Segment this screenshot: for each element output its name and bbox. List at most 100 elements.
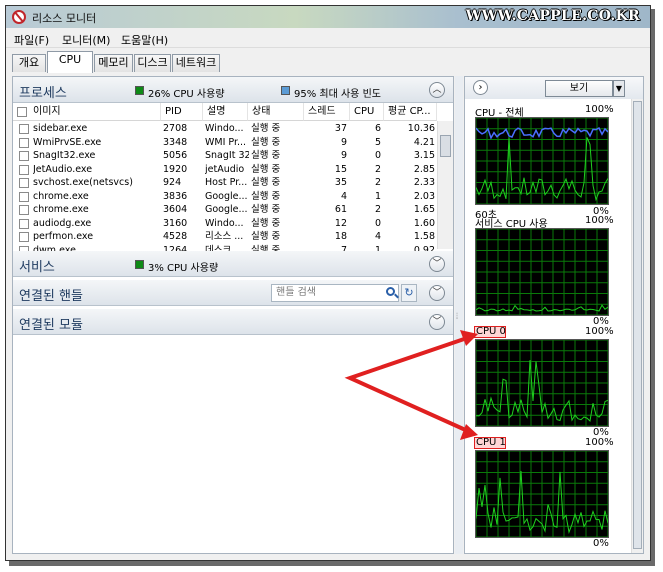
table-cell: 실행 중 (251, 217, 281, 229)
table-cell: 2 (374, 177, 381, 188)
menu-bar: 파일(F) 모니터(M) 도움말(H) (6, 28, 650, 48)
table-row[interactable]: SnagIt32.exe 5056 SnagIt 32 실행 중 9 0 3.15 (13, 149, 435, 163)
table-cell: 실행 중 (251, 177, 281, 188)
tab-overview[interactable]: 개요 (12, 54, 46, 72)
column-header-cpu[interactable]: CPU (350, 103, 384, 121)
menu-file[interactable]: 파일(F) (14, 32, 49, 48)
graph-cpu-total (475, 117, 609, 205)
table-cell: 1 (374, 190, 381, 202)
table-row[interactable]: audiodg.exe 3160 Windo... 실행 중 12 0 1.60 (13, 217, 435, 231)
table-row[interactable]: perfmon.exe 4528 리소스 ... 실행 중 18 4 1.58 (13, 230, 435, 244)
row-checkbox[interactable] (19, 218, 29, 229)
table-cell: 37 (334, 123, 347, 134)
table-row[interactable]: svchost.exe(netsvcs) 924 Host Pr... 실행 중 35 2… (13, 176, 435, 190)
table-cell: chrome.exe (33, 190, 89, 202)
row-checkbox[interactable] (19, 178, 29, 188)
table-cell: 2 (374, 204, 381, 215)
table-cell: 1.58 (413, 231, 435, 242)
search-icon[interactable] (386, 287, 395, 296)
table-row[interactable]: sidebar.exe 2708 Windo... 실행 중 37 6 10.36 (13, 122, 435, 136)
view-button[interactable]: 보기 (545, 80, 613, 97)
panel-splitter[interactable]: ⦙ (455, 76, 463, 554)
tab-disk[interactable]: 디스크 (134, 54, 171, 72)
table-row[interactable]: WmiPrvSE.exe 3348 WMI Pr... 실행 중 9 5 4.21 (13, 136, 435, 150)
refresh-icon[interactable]: ↻ (401, 284, 417, 302)
processes-header[interactable]: 프로세스 26% CPU 사용량 95% 최대 사용 빈도 ︿ (13, 77, 453, 103)
table-cell: Windo... (205, 123, 244, 134)
row-checkbox[interactable] (19, 124, 29, 134)
max-freq-legend-swatch (281, 86, 290, 95)
processes-title: 프로세스 (19, 86, 67, 101)
row-checkbox[interactable] (19, 205, 29, 215)
services-header[interactable]: 서비스 3% CPU 사용량 ﹀ (13, 251, 453, 277)
graph-cpu0-title: CPU 0 (476, 326, 506, 337)
watermark: WWW.CAPPLE.CO.KR (465, 8, 640, 24)
row-checkbox[interactable] (19, 191, 29, 202)
table-cell: 실행 중 (251, 150, 281, 161)
table-cell: 61 (334, 204, 347, 215)
graph-cpu0 (475, 339, 609, 427)
table-cell: 3836 (163, 190, 188, 202)
table-cell: 2708 (163, 123, 188, 134)
column-header-avg-cpu[interactable]: 평균 CP... (384, 103, 437, 121)
table-cell: JetAudio.exe (33, 163, 93, 175)
graph-scrollbar-thumb[interactable] (633, 101, 642, 549)
graph-scrollbar[interactable] (631, 99, 643, 553)
row-checkbox[interactable] (19, 137, 29, 148)
table-row[interactable]: chrome.exe 3604 Google... 실행 중 61 2 1.65 (13, 203, 435, 217)
table-cell: 1.60 (413, 217, 435, 229)
chevron-down-icon[interactable]: ﹀ (429, 314, 445, 330)
table-cell: 3348 (163, 136, 188, 148)
row-checkbox[interactable] (19, 164, 29, 175)
column-header-image[interactable]: 이미지 (13, 103, 161, 121)
column-header-pid[interactable]: PID (161, 103, 203, 121)
table-row[interactable]: chrome.exe 3836 Google... 실행 중 4 1 2.03 (13, 190, 435, 204)
table-cell: 3.15 (413, 150, 435, 161)
scrollbar-thumb[interactable] (440, 135, 451, 157)
column-header-status[interactable]: 상태 (248, 103, 304, 121)
row-checkbox[interactable] (19, 151, 29, 161)
select-all-checkbox[interactable] (17, 107, 27, 117)
table-cell: 7 (340, 244, 347, 252)
tab-network[interactable]: 네트워크 (172, 54, 220, 72)
modules-header[interactable]: 연결된 모듈 ﹀ (13, 309, 453, 335)
column-header-threads[interactable]: 스레드 (304, 103, 350, 121)
handles-header[interactable]: 연결된 핸들 핸들 검색 ↻ ﹀ (13, 280, 453, 306)
table-cell: 실행 중 (251, 123, 281, 134)
table-cell: 4528 (163, 231, 188, 242)
handle-search-input[interactable]: 핸들 검색 (271, 284, 399, 302)
table-cell: 0.92 (413, 244, 435, 252)
table-cell: chrome.exe (33, 204, 89, 215)
table-row[interactable]: dwm.exe 1264 데스크... 실행 중 7 1 0.92 (13, 244, 435, 252)
chevron-down-icon[interactable]: ﹀ (429, 256, 445, 272)
chevron-down-icon[interactable]: ﹀ (429, 285, 445, 301)
chevron-up-icon[interactable]: ︿ (429, 82, 445, 98)
process-scrollbar[interactable] (437, 121, 453, 249)
row-checkbox[interactable] (19, 232, 29, 242)
table-cell: 9 (340, 136, 347, 148)
table-cell: 실행 중 (251, 163, 281, 175)
dropdown-arrow-icon[interactable]: ▼ (613, 80, 625, 97)
tab-memory[interactable]: 메모리 (94, 54, 133, 72)
table-cell: 실행 중 (251, 244, 281, 252)
table-cell: 5 (374, 136, 381, 148)
table-cell: audiodg.exe (33, 217, 92, 229)
table-cell: 5056 (163, 150, 188, 161)
table-row[interactable]: JetAudio.exe 1920 jetAudio 실행 중 15 2 2.85 (13, 163, 435, 177)
services-cpu-usage: 3% CPU 사용량 (148, 263, 219, 274)
table-cell: svchost.exe(netsvcs) (33, 177, 133, 188)
table-cell: perfmon.exe (33, 231, 94, 242)
tab-cpu[interactable]: CPU (47, 51, 93, 73)
table-cell: 0 (374, 217, 381, 229)
processes-max-frequency: 95% 최대 사용 빈도 (294, 89, 381, 100)
menu-help[interactable]: 도움말(H) (121, 32, 168, 48)
table-cell: 924 (163, 177, 182, 188)
table-cell: 4 (340, 190, 347, 202)
graph-cpu0-max: 100% (585, 326, 614, 337)
chevron-right-icon[interactable]: › (473, 80, 488, 95)
table-cell: 15 (334, 163, 347, 175)
table-cell: SnagIt32.exe (33, 150, 96, 161)
menu-monitor[interactable]: 모니터(M) (62, 32, 110, 48)
column-header-description[interactable]: 설명 (203, 103, 248, 121)
table-cell: Host Pr... (205, 177, 248, 188)
